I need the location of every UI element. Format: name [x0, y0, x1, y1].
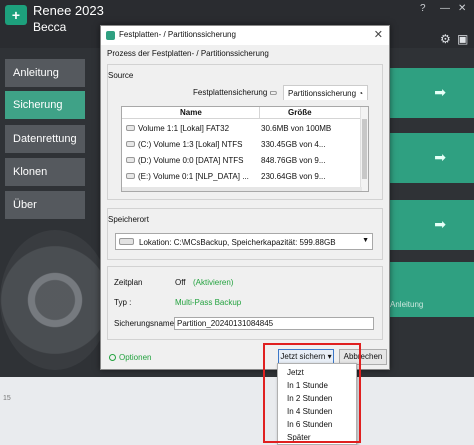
location-value: Lokation: C:\MCsBackup, Speicherkapazitä…: [139, 238, 336, 247]
speicherort-label: Speicherort: [108, 215, 149, 224]
partition-name: (D:) Volume 0:0 [DATA] NTFS: [138, 156, 244, 165]
minimize-icon[interactable]: —: [440, 4, 450, 14]
table-header: Name Größe: [122, 107, 362, 119]
help-icon[interactable]: ?: [420, 4, 426, 14]
sicherungsname-label: Sicherungsname: [114, 319, 175, 328]
dialog-titlebar: Festplatten- / Partitionssicherung ✕: [101, 26, 389, 45]
zeitplan-label: Zeitplan: [114, 278, 143, 287]
column-size-header[interactable]: Größe: [288, 108, 312, 117]
column-divider[interactable]: [259, 107, 260, 119]
arrow-right-icon: ➡: [434, 216, 446, 232]
disk-icon: [126, 125, 135, 131]
table-row[interactable]: (D:) Volume 0:0 [DATA] NTFS 848.76GB von…: [122, 153, 362, 169]
table-row[interactable]: (C:) Volume 1:3 [Lokal] NTFS 330.45GB vo…: [122, 137, 362, 153]
nav-item-datenrettung[interactable]: Datenrettung: [5, 125, 85, 153]
nav-item-ueber[interactable]: Über: [5, 191, 85, 219]
vertical-scrollbar[interactable]: [360, 107, 368, 191]
options-link[interactable]: Optionen: [109, 353, 151, 362]
app-icon: [106, 31, 115, 40]
disk-illustration: [0, 230, 110, 370]
app-title: Renee 2023: [33, 3, 104, 18]
disk-icon: ▭: [269, 88, 278, 97]
partition-table: Name Größe Volume 1:1 [Lokal] FAT32 30.6…: [121, 106, 369, 192]
partition-size: 848.76GB von 9...: [261, 156, 326, 165]
horizontal-scrollbar[interactable]: [122, 187, 362, 191]
app-subtitle: Becca: [33, 20, 67, 34]
arrow-right-icon: ➡: [434, 149, 446, 165]
disk-icon: [126, 157, 135, 163]
bottom-area: 15: [0, 377, 474, 445]
tab-label: Festplattensicherung: [193, 88, 268, 97]
close-icon[interactable]: ✕: [374, 28, 383, 41]
feature-card[interactable]: ➡: [386, 68, 474, 118]
disk-icon: [126, 141, 135, 147]
table-row[interactable]: (E:) Volume 0:1 [NLP_DATA] ... 230.64GB …: [122, 169, 362, 185]
zeitplan-activate-link[interactable]: (Aktivieren): [193, 278, 233, 287]
column-name-header[interactable]: Name: [180, 108, 202, 117]
partition-name: (C:) Volume 1:3 [Lokal] NTFS: [138, 140, 243, 149]
dropdown-arrow-icon: ▼: [362, 237, 369, 244]
location-select[interactable]: Lokation: C:\MCsBackup, Speicherkapazitä…: [115, 233, 373, 250]
dialog-title: Festplatten- / Partitionssicherung: [119, 30, 236, 39]
source-label: Source: [108, 71, 134, 80]
nav-item-sicherung[interactable]: Sicherung: [5, 91, 85, 119]
partition-size: 230.64GB von 9...: [261, 172, 326, 181]
typ-value-link[interactable]: Multi-Pass Backup: [175, 298, 241, 307]
options-icon: [109, 354, 116, 361]
table-row[interactable]: Volume 1:1 [Lokal] FAT32 30.6MB von 100M…: [122, 121, 362, 137]
tab-festplattensicherung[interactable]: Festplattensicherung ▭: [189, 85, 281, 100]
close-icon[interactable]: ✕: [458, 4, 466, 14]
scrollbar-thumb[interactable]: [362, 119, 367, 179]
highlight-box: [263, 343, 361, 443]
drive-icon: [119, 238, 134, 245]
typ-label: Typ :: [114, 298, 132, 307]
partition-name: Volume 1:1 [Lokal] FAT32: [138, 124, 230, 133]
zeitplan-value: Off: [175, 278, 186, 287]
partition-size: 30.6MB von 100MB: [261, 124, 332, 133]
disk-icon: [126, 173, 135, 179]
tab-partitionssicherung[interactable]: Partitionssicherung ◔: [283, 85, 369, 100]
partition-name: (E:) Volume 0:1 [NLP_DATA] ...: [138, 172, 249, 181]
feedback-icon[interactable]: ▣: [457, 33, 468, 45]
gear-icon[interactable]: ⚙: [440, 33, 451, 45]
nav-item-klonen[interactable]: Klonen: [5, 158, 85, 186]
backup-name-input[interactable]: Partition_20240131084845: [174, 317, 374, 330]
footer-number: 15: [3, 395, 11, 402]
arrow-right-icon: ➡: [434, 84, 446, 100]
backup-dialog: Festplatten- / Partitionssicherung ✕ Pro…: [100, 25, 390, 370]
partition-size: 330.45GB von 4...: [261, 140, 326, 149]
app-logo-icon: +: [5, 5, 27, 25]
nav-item-anleitung[interactable]: Anleitung: [5, 59, 85, 87]
tab-label: Partitionssicherung: [288, 89, 357, 98]
feature-card[interactable]: ➡: [386, 200, 474, 250]
dialog-heading: Prozess der Festplatten- / Partitionssic…: [107, 49, 269, 58]
background-anleitung-label: Anleitung: [390, 300, 424, 309]
options-label: Optionen: [119, 353, 152, 362]
feature-card[interactable]: ➡: [386, 133, 474, 183]
partition-icon: ◔: [358, 89, 364, 98]
